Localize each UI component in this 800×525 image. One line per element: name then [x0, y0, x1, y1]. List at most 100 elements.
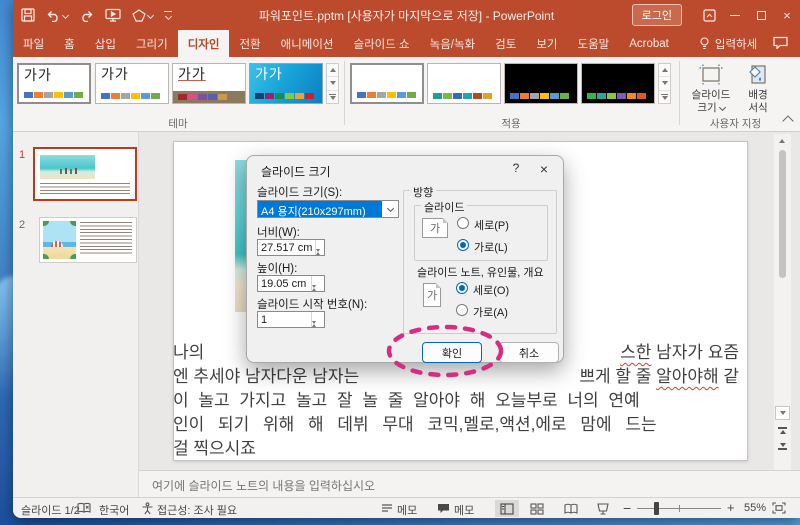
- accessibility-status[interactable]: 접근성: 조사 필요: [157, 502, 237, 518]
- tab-review[interactable]: 검토: [485, 30, 526, 57]
- tab-transitions[interactable]: 전환: [229, 30, 270, 57]
- draw-shape-button[interactable]: [132, 8, 155, 22]
- format-background-button[interactable]: 배경 서식: [735, 60, 781, 124]
- reading-view-icon: [564, 503, 578, 514]
- variants-scroll-down-icon[interactable]: [659, 77, 670, 91]
- zoom-percentage[interactable]: 55%: [744, 502, 766, 514]
- close-button[interactable]: ×: [774, 0, 800, 30]
- notes-portrait-label[interactable]: 세로(O): [473, 282, 509, 298]
- scrollbar-thumb[interactable]: [779, 150, 786, 278]
- next-slide-button[interactable]: [778, 443, 787, 450]
- spell-check-icon[interactable]: [77, 502, 91, 517]
- tab-animations[interactable]: 애니메이션: [271, 30, 344, 57]
- save-icon[interactable]: [21, 8, 35, 22]
- ok-button[interactable]: 확인: [422, 342, 482, 363]
- tab-file[interactable]: 파일: [13, 30, 54, 57]
- number-decrement-icon[interactable]: [312, 321, 324, 336]
- tell-me-box[interactable]: 입력하세: [689, 30, 767, 57]
- accessibility-icon[interactable]: [141, 502, 154, 518]
- zoom-slider-thumb[interactable]: [654, 502, 659, 515]
- undo-button[interactable]: [46, 9, 70, 22]
- dialog-close-button[interactable]: ×: [535, 161, 553, 177]
- vertical-scrollbar[interactable]: [774, 134, 791, 470]
- variant-thumbnail-4[interactable]: [581, 63, 655, 104]
- draw-shape-dropdown-icon[interactable]: [146, 11, 155, 19]
- zoom-out-button[interactable]: −: [623, 500, 631, 516]
- tab-slideshow[interactable]: 슬라이드 쇼: [344, 30, 420, 57]
- slide-2-text-preview: [80, 222, 132, 256]
- slide-size-icon: [699, 64, 723, 85]
- slide-sorter-view-button[interactable]: [525, 500, 549, 517]
- slides-landscape-radio[interactable]: [457, 239, 469, 251]
- orientation-group: 방향 슬라이드 가 세로(P) 가로(L) 슬라이드 노트, 유인물, 개요 가…: [403, 184, 557, 334]
- slides-portrait-radio[interactable]: [457, 217, 469, 229]
- theme-thumbnail-2[interactable]: 가가: [95, 63, 169, 104]
- tab-design[interactable]: 디자인: [177, 30, 230, 57]
- dialog-help-button[interactable]: ?: [507, 161, 525, 177]
- theme-thumbnail-1[interactable]: 가가: [17, 63, 91, 104]
- notes-toggle-button[interactable]: 메모: [397, 502, 417, 518]
- previous-slide-button[interactable]: [778, 427, 787, 434]
- notes-landscape-label[interactable]: 가로(A): [473, 304, 508, 320]
- tab-acrobat[interactable]: Acrobat: [619, 30, 679, 57]
- text-line-5: 걸 찍으시죠: [173, 439, 256, 458]
- tab-view[interactable]: 보기: [526, 30, 567, 57]
- variant-color-swatches: [587, 93, 647, 99]
- ribbon-display-options-icon[interactable]: [696, 0, 722, 30]
- comments-pane-icon[interactable]: [773, 36, 788, 54]
- themes-gallery-more-icon[interactable]: [327, 91, 338, 103]
- zoom-in-button[interactable]: +: [727, 500, 735, 515]
- slide-size-button[interactable]: 슬라이드 크기: [688, 60, 734, 124]
- width-decrement-icon[interactable]: [316, 249, 324, 264]
- variant-thumbnail-1[interactable]: [350, 63, 424, 104]
- reading-view-button[interactable]: [559, 500, 583, 517]
- theme-thumbnail-3[interactable]: 가가: [172, 63, 246, 104]
- slide-2-illustration: [43, 221, 76, 259]
- comments-toggle-button[interactable]: 메모: [454, 502, 474, 518]
- slide-sorter-icon: [530, 502, 544, 515]
- start-number-spinner[interactable]: 1: [257, 311, 325, 336]
- variants-gallery-more-icon[interactable]: [659, 91, 670, 103]
- themes-scroll-up-icon[interactable]: [327, 64, 338, 78]
- slideshow-icon: [597, 502, 609, 515]
- height-spinner[interactable]: 19.05 cm: [257, 275, 325, 300]
- fit-to-window-icon[interactable]: [772, 502, 786, 517]
- customize-qat-icon[interactable]: [164, 10, 172, 21]
- slide-2-thumbnail[interactable]: [39, 217, 137, 263]
- tab-insert[interactable]: 삽입: [85, 30, 126, 57]
- start-slideshow-icon[interactable]: [105, 8, 121, 22]
- slide-1-thumbnail[interactable]: [33, 147, 137, 201]
- login-button[interactable]: 로그인: [631, 4, 682, 26]
- custom-group-label: 사용자 지정: [709, 118, 762, 130]
- redo-button[interactable]: [79, 9, 94, 22]
- undo-dropdown-icon[interactable]: [61, 11, 70, 19]
- themes-scroll-down-icon[interactable]: [327, 77, 338, 91]
- variants-scroll-up-icon[interactable]: [659, 64, 670, 78]
- tab-draw[interactable]: 그리기: [126, 30, 178, 57]
- slide-indicator[interactable]: 슬라이드 1/2: [21, 502, 80, 518]
- scroll-down-button[interactable]: [775, 406, 790, 420]
- width-spinner[interactable]: 27.517 cm: [257, 239, 325, 264]
- theme-thumbnail-4[interactable]: 가가: [249, 63, 323, 104]
- scroll-up-icon[interactable]: [779, 139, 785, 143]
- variant-thumbnail-3[interactable]: [504, 63, 578, 104]
- language-indicator[interactable]: 한국어: [99, 502, 129, 518]
- tab-home[interactable]: 홈: [54, 30, 85, 57]
- dialog-title: 슬라이드 크기: [261, 165, 331, 179]
- slides-portrait-label[interactable]: 세로(P): [474, 217, 509, 233]
- notes-landscape-radio[interactable]: [456, 304, 468, 316]
- slide-size-dropdown[interactable]: A4 용지(210x297mm): [257, 200, 399, 218]
- maximize-button[interactable]: [748, 0, 774, 30]
- tab-record[interactable]: 녹음/녹화: [420, 30, 486, 57]
- tab-help[interactable]: 도움말: [567, 30, 619, 57]
- slideshow-view-button[interactable]: [591, 500, 615, 517]
- slides-landscape-label[interactable]: 가로(L): [474, 239, 508, 255]
- cancel-button[interactable]: 취소: [499, 342, 559, 363]
- notes-pane[interactable]: 여기에 슬라이드 노트의 내용을 입력하십시오: [139, 470, 800, 497]
- variant-thumbnail-2[interactable]: [427, 63, 501, 104]
- notes-portrait-radio[interactable]: [456, 282, 468, 294]
- normal-view-button[interactable]: [495, 500, 519, 517]
- minimize-button[interactable]: [722, 0, 748, 30]
- dropdown-chevron-icon[interactable]: [382, 201, 398, 217]
- collapse-ribbon-icon[interactable]: [782, 115, 794, 127]
